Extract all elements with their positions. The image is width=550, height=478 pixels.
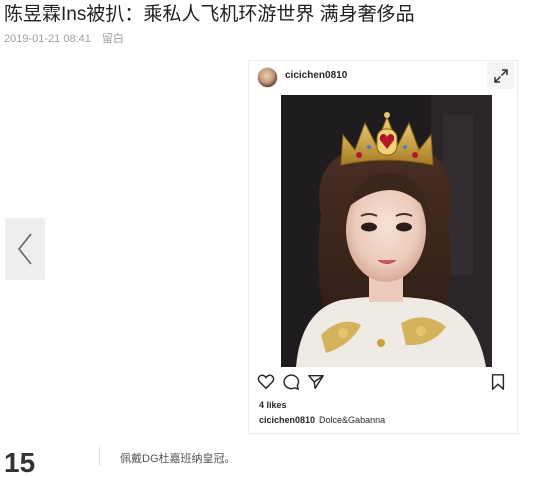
caption-text: Dolce&Gabanna [319, 415, 386, 425]
previous-image-button[interactable] [5, 218, 45, 280]
chevron-left-icon [17, 233, 32, 265]
photo-caption: 佩戴DG杜嘉班纳皇冠。 [120, 453, 236, 465]
post-photo [281, 95, 492, 367]
article-meta: 2019-01-21 08:41 留白 [4, 32, 124, 46]
likes-count: 4 likes [259, 400, 287, 410]
article-title: 陈昱霖Ins被扒：乘私人飞机环游世界 满身奢侈品 [4, 4, 415, 25]
instagram-post-embed: cicichen0810 4 likes cicichen0810 Dolce&… [248, 60, 518, 434]
comment-icon[interactable] [282, 373, 300, 391]
gallery-page-number: 15 [4, 447, 36, 478]
avatar[interactable] [257, 67, 278, 88]
expand-icon [493, 68, 508, 83]
share-icon[interactable] [307, 373, 325, 391]
bookmark-icon[interactable] [489, 373, 507, 391]
crowned-woman-photo [281, 95, 492, 367]
comment-link[interactable]: 留白 [102, 33, 124, 45]
post-caption: cicichen0810 Dolce&Gabanna [259, 415, 385, 425]
post-username[interactable]: cicichen0810 [285, 70, 347, 81]
expand-button[interactable] [487, 62, 514, 89]
heart-icon[interactable] [257, 373, 275, 391]
post-header: cicichen0810 [249, 61, 517, 93]
caption-divider [99, 447, 100, 466]
caption-username[interactable]: cicichen0810 [259, 415, 315, 425]
post-actions [257, 373, 507, 395]
publish-date: 2019-01-21 08:41 [4, 33, 91, 45]
